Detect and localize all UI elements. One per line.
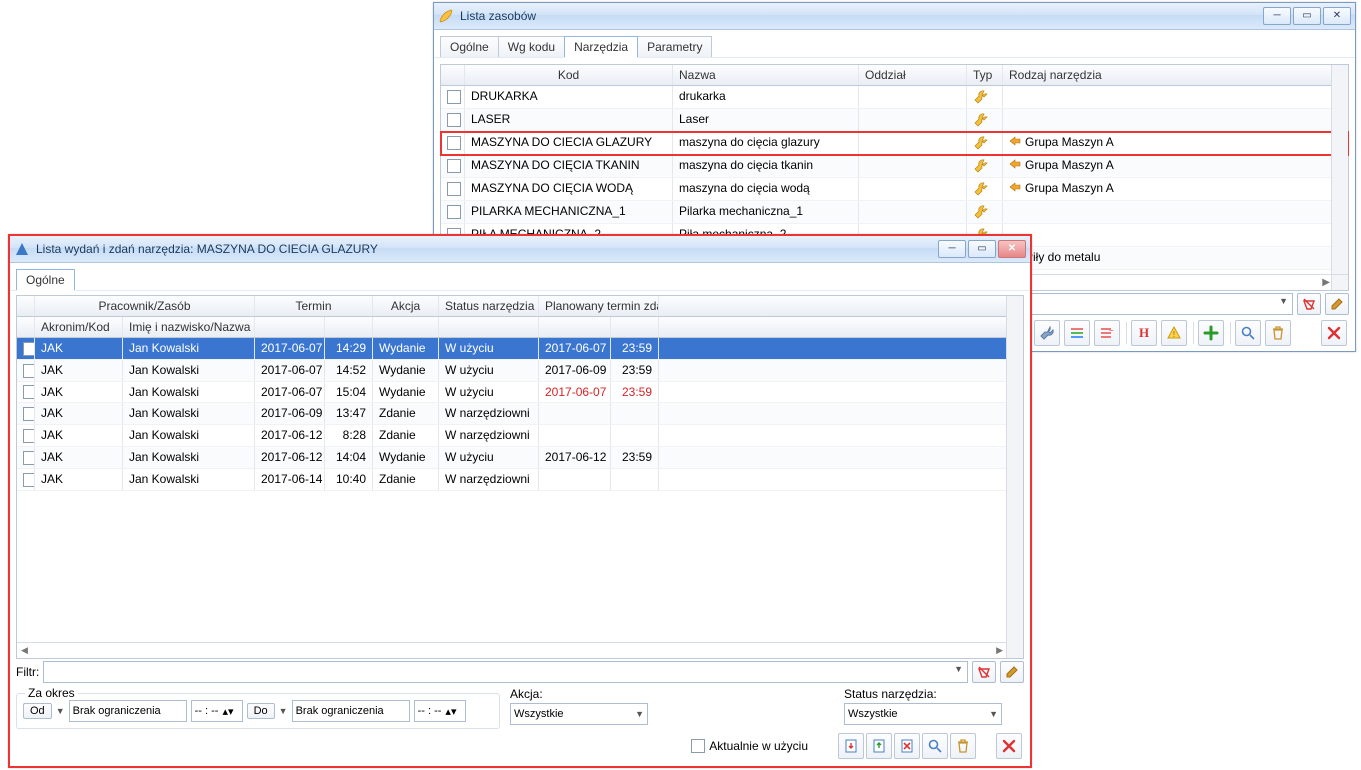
checkbox-icon (691, 739, 705, 753)
period-from-limit[interactable]: Brak ograniczenia (69, 700, 187, 722)
tab-ogólne[interactable]: Ogólne (16, 269, 75, 290)
row-checkbox[interactable] (447, 205, 461, 219)
close-button[interactable]: ✕ (1323, 7, 1351, 25)
row-checkbox[interactable] (23, 342, 35, 356)
resource-row[interactable]: MASZYNA DO CIECIA GLAZURYmaszyna do cięc… (441, 132, 1348, 155)
tab-narzędzia[interactable]: Narzędzia (564, 36, 638, 57)
period-to-limit[interactable]: Brak ograniczenia (292, 700, 410, 722)
vertical-scrollbar[interactable] (1331, 65, 1348, 290)
export-button[interactable] (866, 733, 892, 759)
svg-text:!: ! (1173, 330, 1175, 339)
row-checkbox[interactable] (23, 385, 35, 399)
separator (1230, 322, 1231, 344)
minimize-button[interactable]: ─ (1263, 7, 1291, 25)
row-checkbox[interactable] (447, 90, 461, 104)
issue-row[interactable]: JAKJan Kowalski2017-06-0913:47ZdanieW na… (17, 403, 1023, 425)
issue-row[interactable]: JAKJan Kowalski2017-06-128:28ZdanieW nar… (17, 425, 1023, 447)
close-window-button[interactable] (996, 733, 1022, 759)
row-checkbox[interactable] (23, 364, 35, 378)
row-checkbox[interactable] (447, 159, 461, 173)
maximize-button[interactable]: ▭ (968, 240, 996, 258)
filter-clear-button[interactable] (972, 661, 996, 683)
minimize-button[interactable]: ─ (938, 240, 966, 258)
currently-in-use-check[interactable]: Aktualnie w użyciu (691, 739, 808, 753)
list-colored-button[interactable] (1064, 320, 1090, 346)
action-label: Akcja: (510, 687, 690, 701)
tool-maintenance-button[interactable] (1034, 320, 1060, 346)
period-from-button[interactable]: Od (23, 703, 52, 719)
close-button[interactable]: ✕ (998, 240, 1026, 258)
search-button[interactable] (1235, 320, 1261, 346)
app-icon (14, 241, 30, 257)
row-checkbox[interactable] (23, 451, 35, 465)
period-from-time[interactable]: -- : --▴▾ (191, 700, 243, 722)
resource-row[interactable]: DRUKARKAdrukarka (441, 86, 1348, 109)
period-group: Za okres Od ▼ Brak ograniczenia -- : --▴… (16, 693, 500, 729)
period-to-button[interactable]: Do (247, 703, 275, 719)
tool-issues-window: Lista wydań i zdań narzędzia: MASZYNA DO… (8, 234, 1032, 768)
filter-clear-button[interactable] (1297, 293, 1321, 315)
row-checkbox[interactable] (447, 113, 461, 127)
status-label: Status narzędzia: (844, 687, 1024, 701)
window-title: Lista zasobów (460, 3, 1263, 29)
separator (1193, 322, 1194, 344)
row-checkbox[interactable] (447, 136, 461, 150)
app-icon (438, 8, 454, 24)
row-checkbox[interactable] (23, 407, 35, 421)
issue-row[interactable]: JAKJan Kowalski2017-06-0715:04WydanieW u… (17, 382, 1023, 404)
grid-header-subcols: Akronim/Kod Imię i nazwisko/Nazwa (17, 317, 1023, 338)
period-legend: Za okres (25, 686, 78, 700)
resource-row[interactable]: PILARKA MECHANICZNA_1Pilarka mechaniczna… (441, 201, 1348, 224)
grid-header-groups: Pracownik/Zasób Termin Akcja Status narz… (17, 296, 1023, 317)
filter-label: Filtr: (16, 665, 39, 679)
period-to-time[interactable]: -- : --▴▾ (414, 700, 466, 722)
issue-row[interactable]: JAKJan Kowalski2017-06-1214:04WydanieW u… (17, 447, 1023, 469)
filter-input[interactable]: ▼ (43, 661, 968, 683)
filter-settings-button[interactable] (1000, 661, 1024, 683)
resource-row[interactable]: LASERLaser (441, 109, 1348, 132)
filter-settings-button[interactable] (1325, 293, 1349, 315)
titlebar[interactable]: Lista zasobów ─ ▭ ✕ (434, 3, 1355, 30)
add-button[interactable] (1198, 320, 1224, 346)
doc-cancel-button[interactable] (894, 733, 920, 759)
action-select[interactable]: Wszystkie▼ (510, 703, 648, 725)
separator (1126, 322, 1127, 344)
issue-row[interactable]: JAKJan Kowalski2017-06-1410:40ZdanieW na… (17, 469, 1023, 491)
window-title: Lista wydań i zdań narzędzia: MASZYNA DO… (36, 236, 938, 262)
titlebar[interactable]: Lista wydań i zdań narzędzia: MASZYNA DO… (10, 236, 1030, 263)
history-button[interactable]: H (1131, 320, 1157, 346)
maximize-button[interactable]: ▭ (1293, 7, 1321, 25)
status-select[interactable]: Wszystkie▼ (844, 703, 1002, 725)
issue-row[interactable]: JAKJan Kowalski2017-06-0714:29WydanieW u… (17, 338, 1023, 360)
resources-grid-header: Kod Nazwa Oddział Typ Rodzaj narzędzia (441, 65, 1348, 86)
resource-row[interactable]: MASZYNA DO CIĘCIA TKANINmaszyna do cięci… (441, 155, 1348, 178)
delete-button[interactable] (1265, 320, 1291, 346)
row-checkbox[interactable] (23, 473, 35, 487)
delete-button[interactable] (950, 733, 976, 759)
resource-row[interactable]: MASZYNA DO CIĘCIA WODĄmaszyna do cięcia … (441, 178, 1348, 201)
list-remove-button[interactable]: − (1094, 320, 1120, 346)
tab-wg-kodu[interactable]: Wg kodu (498, 36, 565, 57)
search-button[interactable] (922, 733, 948, 759)
issue-row[interactable]: JAKJan Kowalski2017-06-0714:52WydanieW u… (17, 360, 1023, 382)
row-checkbox[interactable] (23, 429, 35, 443)
vertical-scrollbar[interactable] (1006, 296, 1023, 658)
warning-button[interactable]: ! (1161, 320, 1187, 346)
import-button[interactable] (838, 733, 864, 759)
svg-text:−: − (1109, 326, 1114, 335)
tab-ogólne[interactable]: Ogólne (440, 36, 499, 57)
close-list-button[interactable] (1321, 320, 1347, 346)
tab-parametry[interactable]: Parametry (637, 36, 712, 57)
row-checkbox[interactable] (447, 182, 461, 196)
